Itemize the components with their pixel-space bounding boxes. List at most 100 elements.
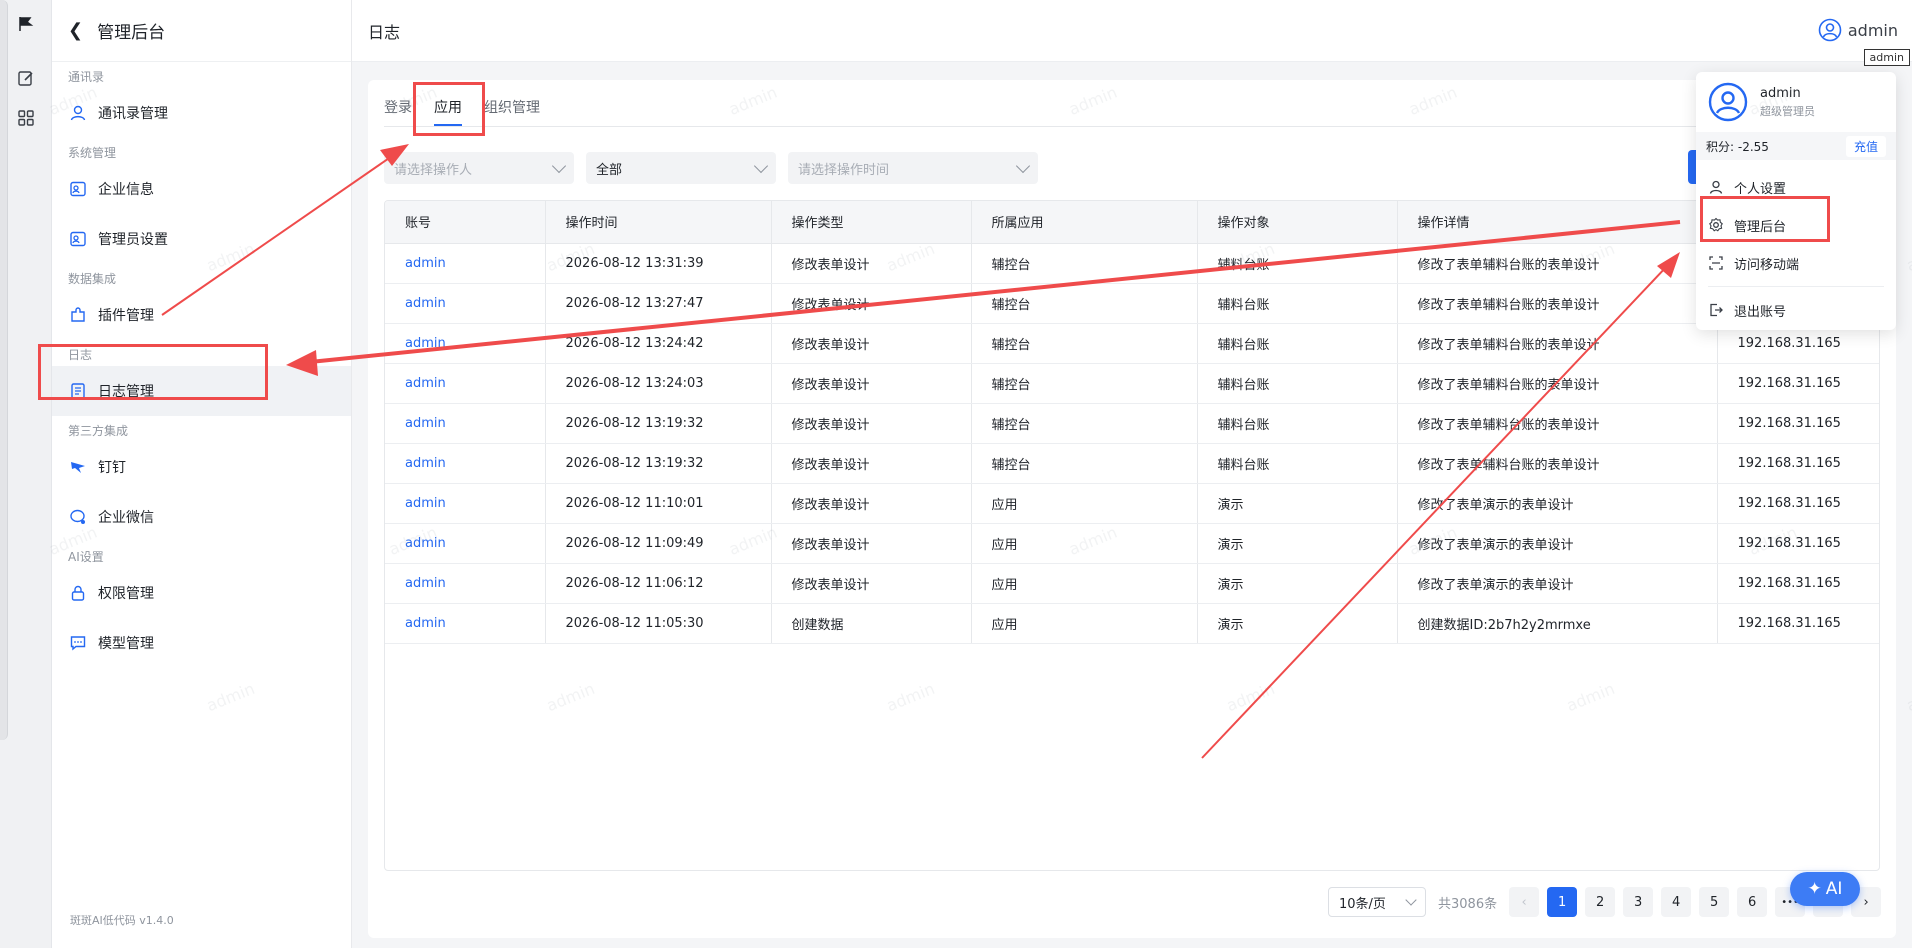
account-link[interactable]: admin [385, 523, 546, 564]
page-3-button[interactable]: 3 [1623, 887, 1654, 917]
table-header-row: 账号 操作时间 操作类型 所属应用 操作对象 操作详情 [385, 201, 1879, 244]
table-cell: 辅料台账 [1197, 323, 1398, 364]
app-select[interactable]: 全部 [586, 152, 776, 184]
chevron-down-icon [551, 158, 567, 173]
ai-button-label: AI [1825, 879, 1843, 899]
table-cell: 修改表单设计 [771, 563, 972, 604]
time-select[interactable]: 请选择操作时间 [788, 152, 1038, 184]
column-header: 操作时间 [545, 201, 772, 244]
sidebar-item-label: 模型管理 [98, 636, 154, 652]
table-cell: 修改了表单辅料台账的表单设计 [1397, 363, 1718, 404]
group-contacts: 通讯录 [68, 70, 105, 84]
account-link[interactable]: admin [385, 563, 546, 604]
table-cell: 修改了表单辅料台账的表单设计 [1397, 243, 1718, 284]
table-cell: 192.168.31.165 [1717, 363, 1879, 404]
tab-organization[interactable]: 组织管理 [484, 96, 540, 128]
id-card-icon [68, 179, 88, 199]
sidebar-item-dingtalk[interactable]: 钉钉 [52, 442, 351, 492]
table-cell: 2026-08-12 13:31:39 [545, 243, 772, 284]
admin-card-icon [68, 229, 88, 249]
page-4-button[interactable]: 4 [1661, 887, 1692, 917]
page-size-select[interactable]: 10条/页 [1328, 887, 1426, 917]
sidebar-item-label: 企业微信 [98, 510, 154, 526]
table-cell: 修改表单设计 [771, 243, 972, 284]
sidebar-item-admin-settings[interactable]: 管理员设置 [52, 214, 351, 264]
sidebar-item-label: 插件管理 [98, 308, 154, 324]
table-cell: 2026-08-12 11:05:30 [545, 603, 772, 644]
table-cell: 192.168.31.165 [1717, 403, 1879, 444]
ai-assistant-button[interactable]: ✦ AI [1790, 872, 1860, 906]
sidebar-item-company-info[interactable]: 企业信息 [52, 164, 351, 214]
table-cell: 192.168.31.165 [1717, 523, 1879, 564]
annotation-box-log-management [38, 344, 268, 400]
table-cell: 修改表单设计 [771, 523, 972, 564]
table-cell: 修改了表单辅料台账的表单设计 [1397, 283, 1718, 324]
account-link[interactable]: admin [385, 323, 546, 364]
account-link[interactable]: admin [385, 403, 546, 444]
table-cell: 修改表单设计 [771, 403, 972, 444]
table-cell: 192.168.31.165 [1717, 443, 1879, 484]
sidebar-title: 管理后台 [97, 23, 166, 43]
page-size-value: 10条/页 [1339, 896, 1386, 912]
recharge-button[interactable]: 充值 [1845, 135, 1886, 157]
account-link[interactable]: admin [385, 483, 546, 524]
edit-icon[interactable] [16, 68, 36, 88]
prev-page-button[interactable]: ‹ [1509, 887, 1540, 917]
column-header: 账号 [385, 201, 546, 244]
dingtalk-icon [68, 457, 88, 477]
group-system: 系统管理 [68, 146, 117, 160]
account-link[interactable]: admin [385, 443, 546, 484]
dropdown-user-info: admin 超级管理员 [1696, 72, 1896, 132]
sparkle-icon: ✦ [1807, 879, 1822, 899]
menu-item-mobile[interactable]: 访问移动端 [1696, 244, 1896, 282]
sidebar-item-contacts[interactable]: 通讯录管理 [52, 88, 351, 138]
avatar-icon [1708, 82, 1748, 122]
sidebar-item-plugins[interactable]: 插件管理 [52, 290, 351, 340]
sidebar-item-permissions[interactable]: 权限管理 [52, 568, 351, 618]
table-cell: 2026-08-12 13:19:32 [545, 443, 772, 484]
back-arrow-icon[interactable]: ❮ [68, 20, 83, 41]
table-row: admin 2026-08-12 11:10:01 修改表单设计 应用 演示 修改了表单演… [385, 483, 1879, 524]
account-link[interactable]: admin [385, 243, 546, 284]
points-value: 积分: -2.55 [1706, 139, 1769, 154]
logo-icon[interactable] [16, 14, 36, 34]
table-cell: 应用 [971, 483, 1198, 524]
sidebar-item-models[interactable]: 模型管理 [52, 618, 351, 668]
table-cell: 辅料台账 [1197, 443, 1398, 484]
table-cell: 修改表单设计 [771, 443, 972, 484]
puzzle-icon [68, 305, 88, 325]
avatar-icon [1818, 18, 1842, 42]
page-1-button[interactable]: 1 [1547, 887, 1578, 917]
chevron-down-icon [1405, 894, 1417, 906]
operator-select[interactable]: 请选择操作人 [384, 152, 574, 184]
group-third-party: 第三方集成 [68, 424, 129, 438]
total-count: 共3086条 [1438, 896, 1498, 912]
rail-edge [0, 0, 8, 740]
account-link[interactable]: admin [385, 363, 546, 404]
sidebar-item-label: 管理员设置 [98, 232, 168, 248]
table-row: admin 2026-08-12 13:24:42 修改表单设计 辅控台 辅料台账 修改了… [385, 323, 1879, 364]
tab-login[interactable]: 登录 [384, 96, 412, 128]
table-cell: 192.168.31.165 [1717, 483, 1879, 524]
table-cell: 演示 [1197, 603, 1398, 644]
page-5-button[interactable]: 5 [1699, 887, 1730, 917]
dropdown-user-role: 超级管理员 [1760, 104, 1815, 118]
account-link[interactable]: admin [385, 283, 546, 324]
page-2-button[interactable]: 2 [1585, 887, 1616, 917]
sidebar-item-label: 权限管理 [98, 586, 154, 602]
table-row: admin 2026-08-12 11:09:49 修改表单设计 应用 演示 修改了表单演… [385, 523, 1879, 564]
menu-item-label: 访问移动端 [1734, 257, 1800, 273]
user-menu-trigger[interactable]: admin [1818, 18, 1898, 42]
sidebar-item-label: 企业信息 [98, 182, 154, 198]
user-icon [68, 103, 88, 123]
logout-icon [1708, 302, 1724, 318]
menu-item-label: 退出账号 [1734, 304, 1787, 320]
menu-item-logout[interactable]: 退出账号 [1696, 291, 1896, 329]
table-cell: 演示 [1197, 483, 1398, 524]
table-cell: 192.168.31.165 [1717, 603, 1879, 644]
apps-grid-icon[interactable] [16, 108, 36, 128]
account-link[interactable]: admin [385, 603, 546, 644]
page-6-button[interactable]: 6 [1737, 887, 1768, 917]
group-ai-settings: AI设置 [68, 550, 104, 564]
sidebar-item-wecom[interactable]: 企业微信 [52, 492, 351, 542]
